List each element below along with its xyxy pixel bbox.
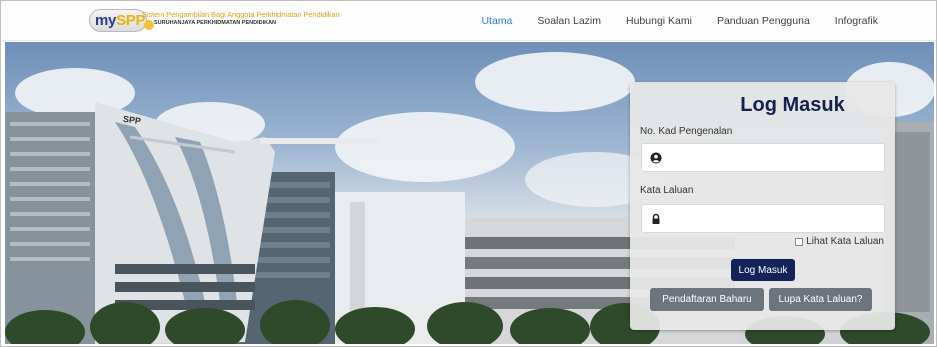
password-field[interactable]: [641, 204, 885, 233]
login-button[interactable]: Log Masuk: [731, 259, 795, 281]
myspp-logo[interactable]: mySPP Sistem Pengambilan Bagi Anggota Pe…: [89, 9, 340, 33]
user-circle-icon: [650, 152, 662, 164]
register-button[interactable]: Pendaftaran Baharu: [650, 288, 764, 311]
forgot-password-button[interactable]: Lupa Kata Laluan?: [769, 288, 872, 311]
login-title: Log Masuk: [740, 94, 845, 116]
password-input[interactable]: [670, 208, 880, 229]
logo-pill: mySPP: [89, 9, 147, 32]
show-password-checkbox[interactable]: [795, 237, 804, 246]
nav-item-utama[interactable]: Utama: [481, 15, 512, 27]
login-card: Log Masuk No. Kad Pengenalan Kata Laluan…: [630, 82, 895, 330]
main-nav: Utama Soalan Lazim Hubungi Kami Panduan …: [456, 1, 878, 41]
logo-sun-icon: [144, 20, 154, 30]
ic-input[interactable]: [670, 147, 880, 168]
nav-item-hubungi-kami[interactable]: Hubungi Kami: [626, 15, 692, 27]
logo-org-name: SURUHANJAYA PERKHIDMATAN PENDIDIKAN: [154, 20, 277, 26]
page-frame: mySPP Sistem Pengambilan Bagi Anggota Pe…: [0, 0, 937, 347]
ic-label: No. Kad Pengenalan: [640, 126, 733, 137]
lock-icon: [652, 213, 660, 224]
nav-item-infografik[interactable]: Infografik: [835, 15, 878, 27]
show-password-toggle[interactable]: Lihat Kata Laluan: [795, 236, 884, 247]
nav-item-soalan-lazim[interactable]: Soalan Lazim: [537, 15, 601, 27]
show-password-label: Lihat Kata Laluan: [806, 236, 884, 247]
password-label: Kata Laluan: [640, 185, 694, 196]
logo-wordmark: mySPP: [95, 12, 146, 29]
top-navbar: mySPP Sistem Pengambilan Bagi Anggota Pe…: [1, 1, 936, 41]
logo-tagline: Sistem Pengambilan Bagi Anggota Perkhidm…: [142, 10, 340, 19]
ic-field[interactable]: [641, 143, 885, 172]
nav-item-panduan-pengguna[interactable]: Panduan Pengguna: [717, 15, 810, 27]
